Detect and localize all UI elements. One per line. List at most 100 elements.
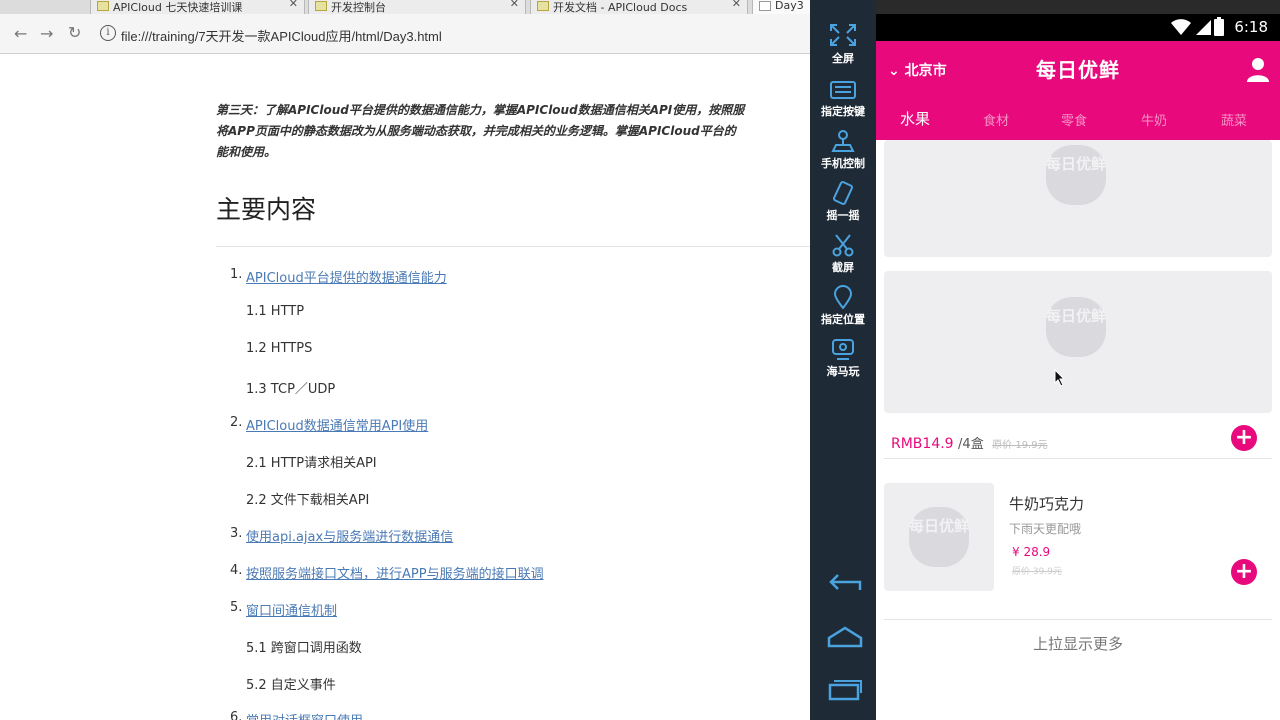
shake-icon	[832, 181, 854, 205]
emulator-tool-label: 全屏	[832, 52, 854, 65]
product-image-placeholder[interactable]: 每日优鲜	[884, 140, 1272, 257]
tab-milk[interactable]: 牛奶	[1141, 110, 1167, 129]
emulator-tool-phone-control[interactable]: 手机控制	[810, 129, 876, 171]
user-profile-icon[interactable]	[1244, 56, 1272, 84]
add-to-cart-button[interactable]: +	[1231, 559, 1257, 585]
status-time: 6:18	[1234, 18, 1268, 36]
browser-toolbar: ← → ↻ i file:///training/7天开发一款APICloud应…	[0, 14, 810, 54]
list-divider	[884, 458, 1272, 459]
toc-subitem-label: 5.1 跨窗口调用函数	[246, 641, 362, 656]
app-header: ⌄ 北京市 每日优鲜	[876, 41, 1280, 99]
toc-subitem-label: 1.3 TCP／UDP	[246, 382, 336, 397]
emulator-tool-label: 指定位置	[821, 313, 865, 326]
tab-day3[interactable]: Day3	[752, 0, 810, 14]
android-status-bar: 6:18	[876, 14, 1280, 41]
brand-placeholder-logo: 每日优鲜	[909, 507, 969, 567]
toc-link[interactable]: APICloud数据通信常用API使用	[246, 415, 428, 434]
fullscreen-icon	[830, 24, 856, 46]
toc-subitem-label: 5.2 自定义事件	[246, 678, 336, 693]
list-divider	[884, 619, 1272, 620]
toc-subitem-label: 1.2 HTTPS	[246, 341, 313, 356]
tab-label: 开发控制台	[331, 1, 386, 14]
close-icon[interactable]: ✕	[732, 0, 741, 10]
emulator-tool-screenshot[interactable]: 截屏	[810, 233, 876, 275]
toc-link[interactable]: 按照服务端接口文档，进行APP与服务端的接口联调	[246, 563, 544, 582]
toc-link[interactable]: 使用api.ajax与服务端进行数据通信	[246, 526, 453, 545]
toc-number: 2.	[230, 415, 243, 430]
location-pin-icon	[833, 285, 853, 309]
toc-subitem-label: 2.1 HTTP请求相关API	[246, 456, 377, 471]
tab-snacks[interactable]: 零食	[1061, 110, 1087, 129]
add-to-cart-button[interactable]: +	[1231, 425, 1257, 451]
tab-dev-docs[interactable]: 开发文档 - APICloud Docs ✕	[530, 0, 748, 14]
haimawan-icon	[832, 339, 854, 360]
product-price: ¥ 28.9	[1012, 545, 1051, 559]
toc-link[interactable]: APICloud平台提供的数据通信能力	[246, 267, 447, 286]
tab-label: Day3	[775, 0, 804, 12]
product-name: 牛奶巧克力	[1009, 495, 1085, 513]
toc-link[interactable]: 窗口间通信机制	[246, 600, 337, 619]
product-price: RMB14.9	[891, 436, 954, 452]
product-price-row: RMB14.9 /4盒 原价 19.9元	[891, 433, 1048, 452]
tab-vegetables[interactable]: 蔬菜	[1221, 110, 1247, 129]
plus-icon: +	[1234, 425, 1254, 450]
close-icon[interactable]: ✕	[289, 0, 298, 10]
tab-label: APICloud 七天快速培训课	[113, 1, 243, 14]
load-more-hint: 上拉显示更多	[1032, 635, 1123, 653]
android-back-icon[interactable]	[826, 572, 864, 598]
page-favicon-icon	[537, 1, 549, 11]
intro-paragraph: 第三天：了解APICloud平台提供的数据通信能力，掌握APICloud数据通信…	[216, 100, 810, 163]
document-icon	[759, 1, 771, 11]
brand-placeholder-logo: 每日优鲜	[1046, 145, 1106, 205]
emulator-tool-haimawan[interactable]: 海马玩	[810, 337, 876, 379]
android-recent-apps-icon[interactable]	[826, 676, 864, 702]
emulator-tool-label: 海马玩	[826, 365, 860, 378]
tab-label: 开发文档 - APICloud Docs	[553, 1, 688, 14]
emulator-title-bar	[810, 0, 1280, 14]
toc-subitem-label: 2.2 文件下载相关API	[246, 493, 370, 508]
address-bar[interactable]: file:///training/7天开发一款APICloud应用/html/D…	[121, 26, 442, 45]
emulator-tool-keys[interactable]: 指定按键	[810, 77, 876, 119]
product-old-price: 原价 39.9元	[1012, 567, 1062, 577]
back-arrow-icon[interactable]: ←	[14, 24, 27, 43]
product-subtitle: 下雨天更配哦	[1009, 522, 1082, 536]
category-tabs: 水果 食材 零食 牛奶 蔬菜	[876, 99, 1280, 140]
toc-number: 4.	[230, 563, 243, 578]
signal-icon	[1196, 20, 1211, 35]
tab-fruit[interactable]: 水果	[900, 108, 930, 129]
emulator-tool-shake[interactable]: 摇一摇	[810, 181, 876, 223]
plus-icon: +	[1234, 559, 1254, 584]
toc-number: 6.	[230, 710, 243, 720]
emulator-tool-label: 手机控制	[821, 157, 865, 170]
product-thumbnail[interactable]: 每日优鲜	[884, 483, 994, 591]
emulator-tool-location[interactable]: 指定位置	[810, 285, 876, 327]
emulator-tool-label: 指定按键	[821, 105, 865, 118]
intro-line: 能和使用。	[216, 145, 277, 159]
keyboard-icon	[830, 81, 856, 99]
intro-line: 第三天：了解APICloud平台提供的数据通信能力，掌握APICloud数据通信…	[216, 103, 745, 117]
scissors-icon	[832, 234, 854, 257]
brand-placeholder-logo: 每日优鲜	[1046, 297, 1106, 357]
emulator-tool-label: 截屏	[832, 261, 854, 274]
product-image-placeholder[interactable]: 每日优鲜	[884, 271, 1272, 413]
tab-dev-console[interactable]: 开发控制台 ✕	[308, 0, 526, 14]
mouse-cursor-icon	[1054, 369, 1066, 387]
info-icon[interactable]: i	[100, 25, 116, 41]
app-logo: 每日优鲜	[1036, 58, 1120, 82]
android-home-icon[interactable]	[826, 624, 864, 650]
toc-subitem-label: 1.1 HTTP	[246, 304, 305, 319]
toc-link[interactable]: 常用对话框窗口使用	[246, 710, 363, 720]
page-favicon-icon	[97, 1, 109, 11]
wifi-icon	[1171, 19, 1191, 35]
product-old-price: 原价 19.9元	[992, 440, 1048, 451]
close-icon[interactable]: ✕	[510, 0, 519, 10]
forward-arrow-icon[interactable]: →	[40, 24, 53, 43]
tab-apicloud-training[interactable]: APICloud 七天快速培训课 ✕	[90, 0, 305, 14]
phone-screen: 6:18 ⌄ 北京市 每日优鲜 水果 食材 零食 牛奶 蔬菜 每日优鲜 每日优鲜…	[876, 14, 1280, 720]
emulator-tool-fullscreen[interactable]: 全屏	[810, 22, 876, 66]
toc-number: 5.	[230, 600, 243, 615]
reload-icon[interactable]: ↻	[68, 23, 81, 42]
product-unit: /4盒	[958, 437, 984, 452]
emulator-tool-label: 摇一摇	[826, 209, 860, 222]
tab-ingredients[interactable]: 食材	[983, 110, 1009, 129]
